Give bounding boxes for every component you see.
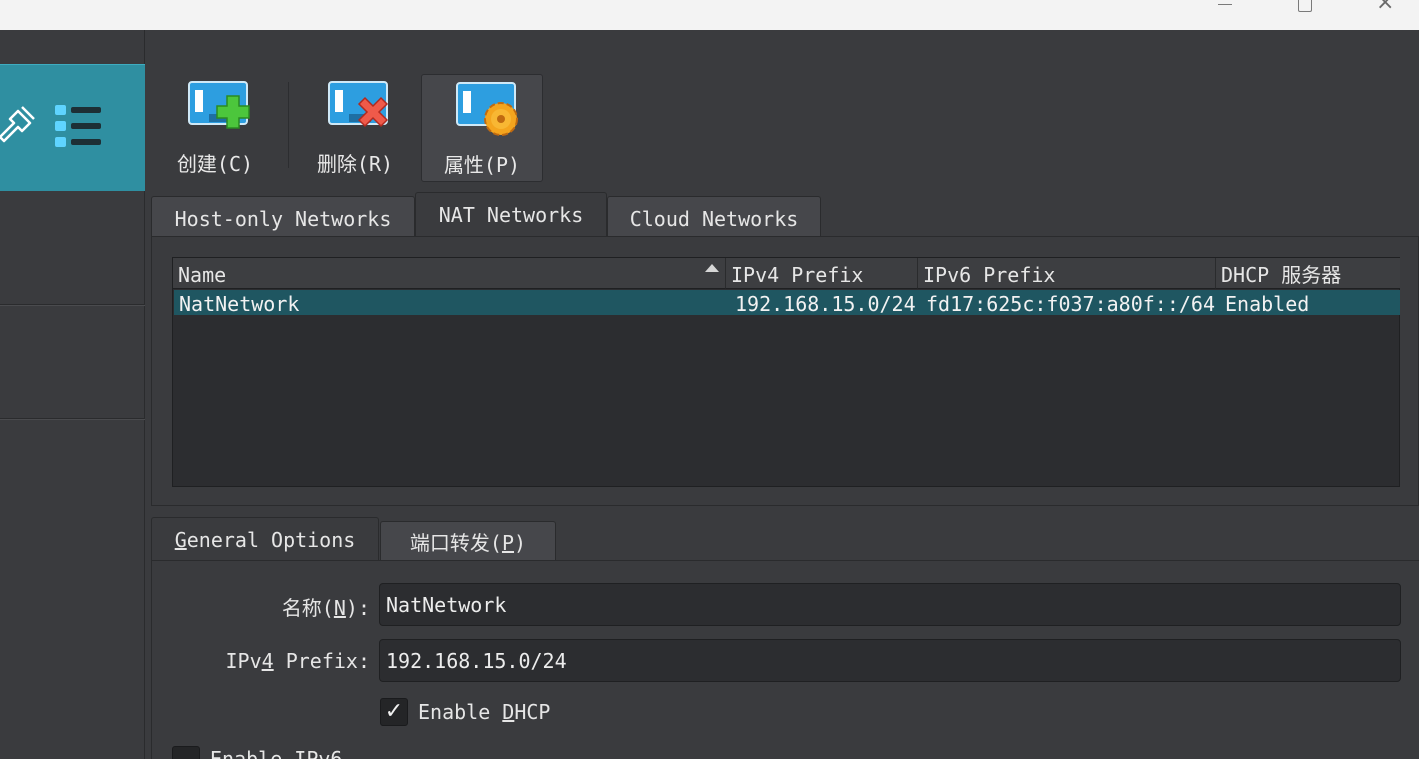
tools-item[interactable] — [0, 64, 145, 191]
delete-button[interactable]: 删除(R) — [294, 74, 416, 182]
cell-ipv4-prefix: 192.168.15.0/24 — [735, 292, 916, 316]
label-mnemonic: D — [502, 700, 515, 724]
left-pane — [0, 30, 145, 759]
create-button[interactable]: 创建(C) — [154, 74, 276, 182]
enable-ipv6-checkbox[interactable] — [172, 746, 200, 759]
column-header-label: Name — [178, 263, 227, 287]
cell-name: NatNetwork — [179, 292, 300, 316]
label-part: ): — [345, 596, 370, 620]
network-add-icon — [188, 81, 250, 129]
label-part: Enable — [418, 700, 503, 724]
label-part: Prefix: — [273, 649, 370, 673]
table-row[interactable]: NatNetwork 192.168.15.0/24 fd17:625c:f03… — [174, 290, 1400, 316]
divider — [0, 305, 145, 306]
label-part: HCP — [514, 700, 551, 724]
toolbar: 创建(C) 删除(R) 属性(P) — [146, 30, 1419, 190]
cell-dhcp: Enabled — [1225, 292, 1310, 316]
properties-button[interactable]: 属性(P) — [421, 74, 543, 182]
delete-label: 删除(R) — [316, 152, 394, 176]
enable-ipv6-label[interactable]: Enable IPv6 — [210, 747, 342, 759]
tab-general-options[interactable]: General Options — [151, 517, 379, 561]
name-label: 名称(N): — [180, 592, 370, 621]
minimize-button[interactable] — [1218, 4, 1232, 5]
pin-icon — [0, 106, 35, 143]
tab-label-mnemonic: G — [174, 528, 187, 552]
enable-dhcp-checkbox[interactable]: ✓ — [380, 698, 408, 726]
maximize-button[interactable] — [1298, 0, 1312, 12]
label-mnemonic: 4 — [261, 649, 274, 673]
divider — [0, 419, 145, 420]
tab-host-only-networks[interactable]: Host-only Networks — [151, 196, 415, 240]
tab-label-part: ) — [514, 531, 527, 555]
tab-port-forwarding[interactable]: 端口转发(P) — [380, 521, 556, 561]
column-header-name[interactable]: Name — [173, 258, 726, 289]
network-remove-icon — [328, 81, 389, 128]
create-label: 创建(C) — [176, 152, 254, 176]
name-field[interactable]: NatNetwork — [379, 583, 1401, 626]
properties-label: 属性(P) — [443, 153, 521, 177]
checkmark-icon: ✓ — [384, 699, 404, 724]
list-icon — [55, 105, 101, 147]
network-properties-icon — [456, 82, 518, 136]
label-mnemonic: N — [333, 596, 346, 620]
title-bar: × — [0, 0, 1419, 30]
cell-ipv6-prefix: fd17:625c:f037:a80f::/64 — [926, 292, 1215, 316]
tab-label-part: eneral Options — [186, 528, 356, 552]
tab-cloud-networks[interactable]: Cloud Networks — [607, 196, 821, 240]
sort-ascending-icon — [705, 264, 719, 272]
label-part: 名称( — [281, 596, 334, 620]
nat-networks-table[interactable]: Name IPv4 Prefix IPv6 Prefix DHCP 服务器 Na… — [172, 257, 1400, 487]
tab-label-mnemonic: P — [501, 531, 515, 555]
column-header-dhcp[interactable]: DHCP 服务器 — [1216, 258, 1400, 289]
column-header-ipv6[interactable]: IPv6 Prefix — [918, 258, 1216, 289]
tab-nat-networks[interactable]: NAT Networks — [415, 192, 607, 238]
ipv4-prefix-label: IPv4 Prefix: — [180, 649, 371, 673]
close-button[interactable]: × — [1376, 0, 1394, 14]
enable-dhcp-label[interactable]: Enable DHCP — [418, 700, 550, 724]
column-header-ipv4[interactable]: IPv4 Prefix — [726, 258, 918, 289]
label-part: IPv — [225, 649, 262, 673]
ipv4-prefix-field[interactable]: 192.168.15.0/24 — [379, 639, 1401, 682]
toolbar-separator — [288, 82, 289, 168]
tab-label-part: 端口转发( — [409, 531, 502, 555]
